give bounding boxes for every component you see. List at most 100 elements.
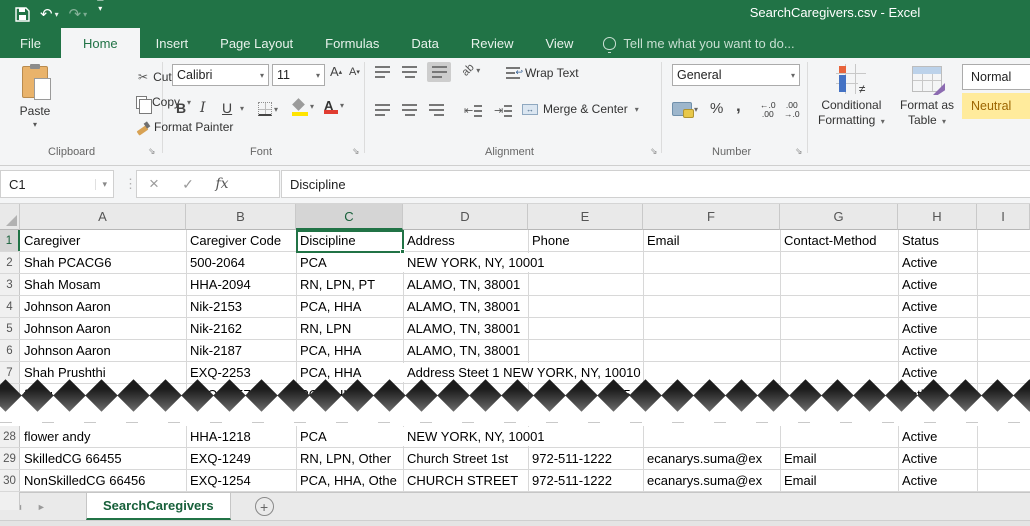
clipboard-dialog-launcher-icon[interactable]: ⇘ (148, 146, 156, 157)
font-size-combobox[interactable]: 11 ▾ (272, 64, 325, 86)
cell-B28[interactable]: HHA-1218 (186, 427, 295, 446)
cell-D30[interactable]: CHURCH STREET (403, 471, 527, 490)
conditional-formatting-button[interactable]: ≠ Conditional Formatting ▾ (818, 64, 885, 128)
column-header-D[interactable]: D (403, 204, 528, 230)
cell-B3[interactable]: HHA-2094 (186, 275, 295, 294)
font-dialog-launcher-icon[interactable]: ⇘ (352, 146, 360, 157)
accounting-dropdown-icon[interactable]: ▾ (694, 105, 698, 114)
cell-C30[interactable]: PCA, HHA, Othe (296, 471, 402, 490)
column-header-C[interactable]: C (296, 204, 403, 230)
cell-H30[interactable]: Active (898, 471, 976, 490)
column-header-G[interactable]: G (780, 204, 898, 230)
font-size-dropdown-icon[interactable]: ▾ (316, 71, 320, 80)
tab-view[interactable]: View (529, 28, 589, 58)
cell-E30[interactable]: 972-511-1222 (528, 471, 642, 490)
cell-C3[interactable]: RN, LPN, PT (296, 275, 402, 294)
cell-C29[interactable]: RN, LPN, Other (296, 449, 402, 468)
increase-font-size-button[interactable]: A▴ (330, 64, 342, 79)
cell-B1[interactable]: Caregiver Code (186, 231, 295, 250)
cell-D5[interactable]: ALAMO, TN, 38001 (403, 319, 527, 338)
cell-B7[interactable]: EXQ-2253 (186, 363, 295, 382)
increase-decimal-button[interactable]: ←.0 .00 (760, 101, 776, 120)
cell-D6[interactable]: ALAMO, TN, 38001 (403, 341, 527, 360)
row-header-29[interactable]: 29 (0, 448, 20, 469)
tab-formulas[interactable]: Formulas (309, 28, 395, 58)
cell-B2[interactable]: 500-2064 (186, 253, 295, 272)
decrease-decimal-button[interactable]: .00 →.0 (784, 101, 800, 120)
borders-dropdown-icon[interactable]: ▾ (274, 105, 278, 114)
formula-input[interactable]: Discipline (281, 170, 1030, 198)
tab-home[interactable]: Home (61, 28, 140, 58)
cell-A5[interactable]: Johnson Aaron (20, 319, 185, 338)
style-neutral[interactable]: Neutral (962, 93, 1030, 119)
cell-H1[interactable]: Status (898, 231, 976, 250)
cell-B6[interactable]: Nik-2187 (186, 341, 295, 360)
align-center-button[interactable] (402, 104, 417, 116)
cell-H28[interactable]: Active (898, 427, 976, 446)
format-painter-button[interactable]: Format Painter (136, 120, 233, 134)
cell-H5[interactable]: Active (898, 319, 976, 338)
cell-B29[interactable]: EXQ-1249 (186, 449, 295, 468)
tell-me-box[interactable]: Tell me what you want to do... (603, 28, 794, 58)
row-header-30[interactable]: 30 (0, 470, 20, 491)
cell-A4[interactable]: Johnson Aaron (20, 297, 185, 316)
cell-D28[interactable]: NEW YORK, NY, 10001 (403, 427, 547, 446)
cell-E1[interactable]: Phone (528, 231, 642, 250)
paste-button[interactable]: Paste ▾ (10, 62, 60, 150)
middle-align-button[interactable] (402, 66, 417, 78)
cell-C6[interactable]: PCA, HHA (296, 341, 402, 360)
cell-A28[interactable]: flower andy (20, 427, 185, 446)
font-color-dropdown-icon[interactable]: ▾ (340, 101, 344, 110)
alignment-dialog-launcher-icon[interactable]: ⇘ (650, 146, 658, 157)
row-header-2[interactable]: 2 (0, 252, 20, 273)
cell-B30[interactable]: EXQ-1254 (186, 471, 295, 490)
cell-B4[interactable]: Nik-2153 (186, 297, 295, 316)
cancel-button[interactable]: × (137, 174, 171, 194)
cell-A6[interactable]: Johnson Aaron (20, 341, 185, 360)
decrease-indent-button[interactable]: ⇤ (464, 104, 482, 117)
cell-D4[interactable]: ALAMO, TN, 38001 (403, 297, 527, 316)
tab-page-layout[interactable]: Page Layout (204, 28, 309, 58)
cell-H2[interactable]: Active (898, 253, 976, 272)
select-all-button[interactable] (0, 204, 20, 230)
orientation-dropdown-icon[interactable]: ▾ (476, 66, 480, 75)
cell-G29[interactable]: Email (780, 449, 897, 468)
cell-C7[interactable]: PCA, HHA (296, 363, 402, 382)
font-family-dropdown-icon[interactable]: ▾ (260, 71, 264, 80)
paste-dropdown-icon[interactable]: ▾ (33, 120, 37, 129)
cell-G30[interactable]: Email (780, 471, 897, 490)
row-header-4[interactable]: 4 (0, 296, 20, 317)
borders-button[interactable]: ▾ (258, 102, 278, 116)
fill-color-button[interactable]: ▾ (292, 100, 314, 112)
cell-D1[interactable]: Address (403, 231, 527, 250)
cell-D29[interactable]: Church Street 1st (403, 449, 527, 468)
cell-G1[interactable]: Contact-Method (780, 231, 897, 250)
cell-C2[interactable]: PCA (296, 253, 402, 272)
underline-dropdown-icon[interactable]: ▾ (238, 104, 244, 113)
merge-center-button[interactable]: ↔ Merge & Center ▾ (522, 102, 639, 116)
column-header-F[interactable]: F (643, 204, 780, 230)
cell-C4[interactable]: PCA, HHA (296, 297, 402, 316)
cell-F1[interactable]: Email (643, 231, 779, 250)
underline-button[interactable]: U (222, 100, 232, 116)
number-dialog-launcher-icon[interactable]: ⇘ (795, 146, 803, 157)
cell-B5[interactable]: Nik-2162 (186, 319, 295, 338)
column-header-I[interactable]: I (977, 204, 1030, 230)
cell-A7[interactable]: Shah Prushthi (20, 363, 185, 382)
column-header-H[interactable]: H (898, 204, 977, 230)
decrease-font-size-button[interactable]: A▾ (349, 66, 360, 78)
bold-button[interactable]: B (176, 100, 186, 116)
name-box-dropdown-icon[interactable]: ▾ (95, 179, 107, 190)
tab-review[interactable]: Review (455, 28, 530, 58)
fill-color-dropdown-icon[interactable]: ▾ (310, 102, 314, 111)
row-header-3[interactable]: 3 (0, 274, 20, 295)
cell-C5[interactable]: RN, LPN (296, 319, 402, 338)
comma-style-button[interactable]: , (736, 96, 741, 116)
format-as-table-button[interactable]: Format as Table ▾ (900, 66, 954, 128)
bottom-align-button[interactable] (427, 62, 451, 82)
font-color-button[interactable]: A ▾ (324, 98, 344, 112)
column-header-B[interactable]: B (186, 204, 296, 230)
align-right-button[interactable] (429, 104, 444, 116)
name-box[interactable]: C1 ▾ (0, 170, 114, 198)
row-header-6[interactable]: 6 (0, 340, 20, 361)
